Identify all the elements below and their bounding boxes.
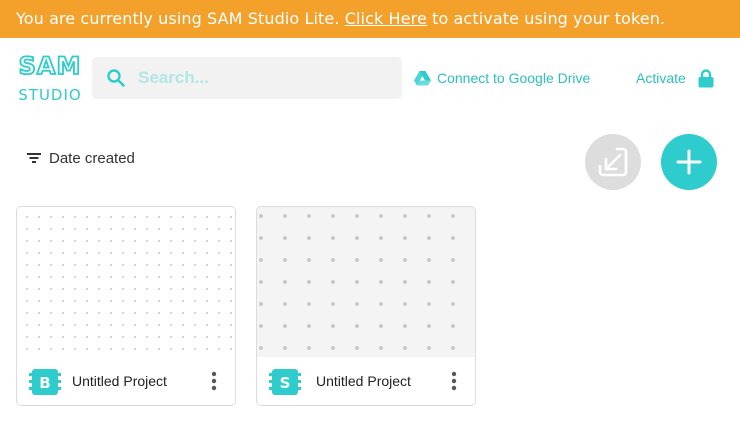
search-box[interactable] <box>92 57 402 99</box>
connect-google-drive-button[interactable]: Connect to Google Drive <box>414 68 590 88</box>
svg-text:B: B <box>39 374 50 392</box>
plus-icon <box>676 149 702 175</box>
activate-label: Activate <box>636 70 686 86</box>
project-name: Untitled Project <box>316 373 411 389</box>
project-name: Untitled Project <box>72 373 167 389</box>
search-icon <box>107 69 125 87</box>
banner-text-before: You are currently using SAM Studio Lite. <box>16 9 345 28</box>
block-code-icon: B <box>29 369 61 395</box>
project-card-footer: S Untitled Project <box>257 357 475 405</box>
project-preview <box>257 207 475 357</box>
sort-filter-icon <box>27 153 41 163</box>
sam-studio-logo-image: SAM STUDIO <box>18 51 82 104</box>
connect-google-drive-label: Connect to Google Drive <box>437 70 591 86</box>
svg-text:SAM: SAM <box>19 52 82 80</box>
lock-icon <box>698 68 714 87</box>
script-code-icon: S <box>269 369 301 395</box>
svg-text:S: S <box>280 374 291 392</box>
project-card[interactable]: B Untitled Project <box>16 206 236 406</box>
import-project-button[interactable] <box>585 134 641 190</box>
project-card[interactable]: S Untitled Project <box>256 206 476 406</box>
more-options-icon[interactable] <box>211 371 217 391</box>
more-options-icon[interactable] <box>451 371 457 391</box>
lite-version-banner: You are currently using SAM Studio Lite.… <box>0 0 740 38</box>
import-icon <box>598 147 628 177</box>
activate-link[interactable]: Click Here <box>345 9 427 28</box>
svg-text:STUDIO: STUDIO <box>18 86 81 104</box>
google-drive-icon <box>414 70 431 85</box>
sam-studio-logo[interactable]: SAM STUDIO <box>14 51 86 104</box>
search-input[interactable] <box>138 57 388 99</box>
banner-text-after: to activate using your token. <box>426 9 666 28</box>
sort-button[interactable]: Date created <box>27 148 135 168</box>
project-card-footer: B Untitled Project <box>17 357 235 405</box>
activate-button[interactable]: Activate <box>636 68 714 88</box>
project-preview <box>17 207 235 357</box>
new-project-button[interactable] <box>661 134 717 190</box>
sort-label: Date created <box>49 149 135 167</box>
